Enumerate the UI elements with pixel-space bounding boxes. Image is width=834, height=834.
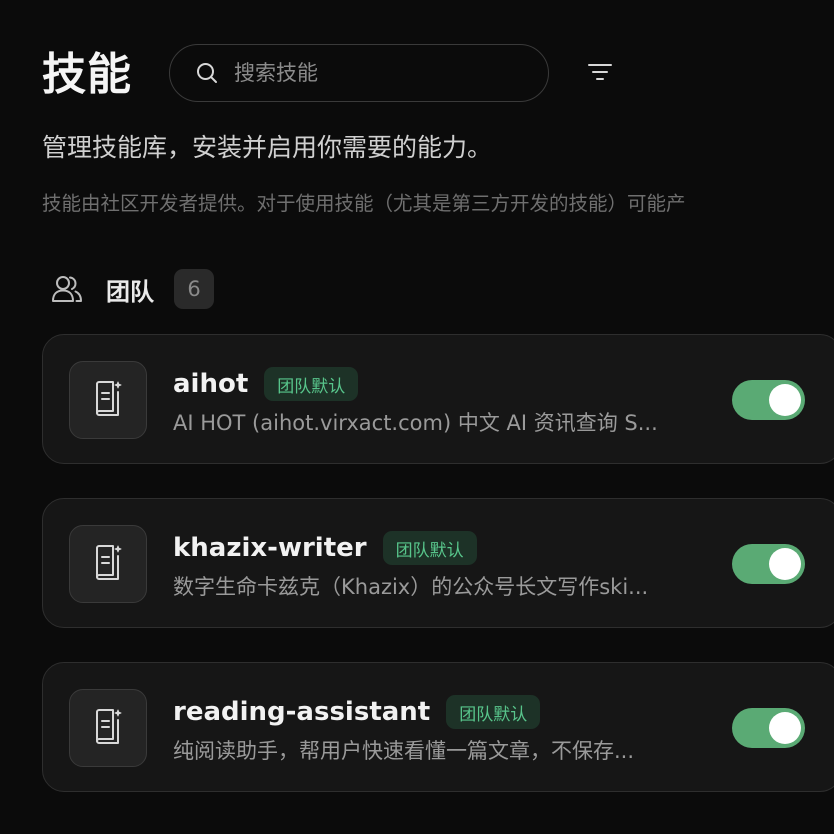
team-default-badge: 团队默认 [446, 695, 541, 729]
skill-name: aihot [173, 369, 249, 399]
team-default-badge: 团队默认 [264, 367, 359, 401]
skill-title-row: aihot 团队默认 [173, 365, 359, 403]
book-icon [92, 380, 124, 420]
search-input[interactable] [232, 60, 516, 86]
search-icon [194, 60, 220, 86]
filter-icon [587, 61, 613, 87]
skill-enable-toggle[interactable] [732, 544, 805, 584]
skill-name: reading-assistant [173, 697, 431, 727]
book-icon [92, 708, 124, 748]
skill-description: 纯阅读助手，帮用户快速看懂一篇文章，不保存... [173, 739, 635, 763]
skill-icon-box [69, 525, 147, 603]
toggle-knob [769, 712, 801, 744]
filter-button[interactable] [584, 58, 616, 90]
skill-icon-box [69, 689, 147, 767]
skills-page: 技能 管理技能库，安装并启用你需要的能力。 技能由社区开发者提供。对于使用技能（… [0, 0, 834, 834]
section-label: 团队 [106, 277, 154, 306]
toggle-knob [769, 548, 801, 580]
team-default-badge: 团队默认 [382, 531, 477, 565]
skill-card[interactable]: khazix-writer 团队默认 数字生命卡兹克（Khazix）的公众号长文… [42, 498, 834, 628]
skill-card[interactable]: reading-assistant 团队默认 纯阅读助手，帮用户快速看懂一篇文章… [42, 662, 834, 792]
skill-description: 数字生命卡兹克（Khazix）的公众号长文写作ski... [173, 575, 649, 599]
skill-card[interactable]: aihot 团队默认 AI HOT (aihot.virxact.com) 中文… [42, 334, 834, 464]
team-section-header: 团队 6 [50, 268, 214, 310]
search-box[interactable] [169, 44, 549, 102]
book-icon [92, 544, 124, 584]
toggle-knob [769, 384, 801, 416]
section-count-badge: 6 [174, 269, 214, 309]
page-subtitle: 管理技能库，安装并启用你需要的能力。 [42, 133, 493, 162]
skill-name: khazix-writer [173, 533, 367, 563]
skill-icon-box [69, 361, 147, 439]
skill-title-row: reading-assistant 团队默认 [173, 693, 541, 731]
disclaimer-text: 技能由社区开发者提供。对于使用技能（尤其是第三方开发的技能）可能产 [42, 192, 686, 215]
team-icon [50, 272, 84, 306]
page-title: 技能 [42, 49, 132, 100]
skill-enable-toggle[interactable] [732, 380, 805, 420]
skill-enable-toggle[interactable] [732, 708, 805, 748]
skill-description: AI HOT (aihot.virxact.com) 中文 AI 资讯查询 S.… [173, 411, 658, 435]
skill-title-row: khazix-writer 团队默认 [173, 529, 477, 567]
